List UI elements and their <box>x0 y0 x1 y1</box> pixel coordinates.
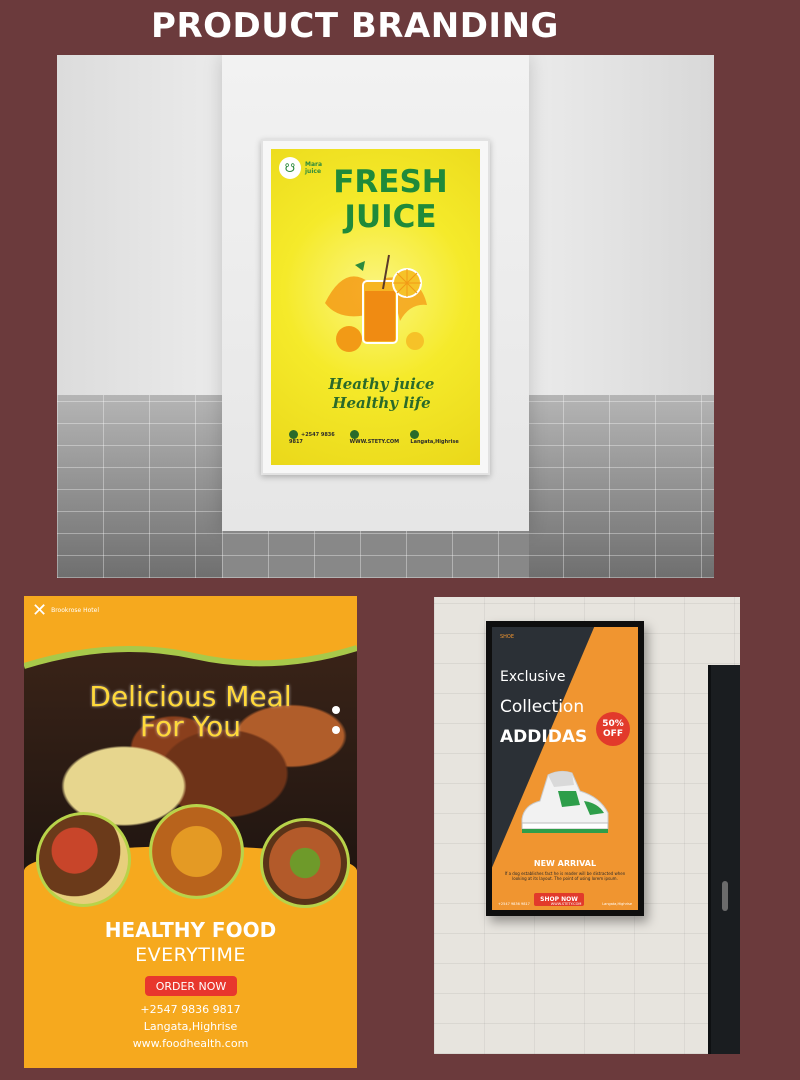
juice-glass-illustration <box>325 254 427 352</box>
juice-phone: +2547 9836 9817 <box>289 430 335 445</box>
juice-poster: ☋ Mara juice FRESH JUICE Heathy juice He… <box>271 149 480 465</box>
food-phone: +2547 9836 9817 <box>140 1003 241 1016</box>
shoe-mockup: SHOE Exclusive Collection ADDIDAS 50% OF… <box>434 597 740 1054</box>
food-heading: HEALTHY FOOD <box>104 918 277 942</box>
shoe-arrival: NEW ARRIVAL <box>533 859 597 868</box>
food-subheading: EVERYTIME <box>135 944 246 966</box>
juice-poster-frame: ☋ Mara juice FRESH JUICE Heathy juice He… <box>261 139 490 475</box>
gallery-mockup: ☋ Mara juice FRESH JUICE Heathy juice He… <box>57 55 714 578</box>
door <box>708 665 740 1054</box>
food-poster: ✕ Brookrose Hotel Delicious Meal For You… <box>24 596 357 1068</box>
food-dots <box>332 706 346 746</box>
location-pin-icon <box>410 430 420 439</box>
gallery-right-wall <box>529 55 714 395</box>
juice-tagline-1: Heathy juice <box>328 375 435 393</box>
food-website: www.foodhealth.com <box>132 1037 249 1050</box>
shoe-line-2: Collection <box>500 697 585 717</box>
juice-title: FRESH JUICE <box>333 164 448 235</box>
shoe-line-1: Exclusive <box>500 669 566 685</box>
juice-contacts: +2547 9836 9817 WWW.STETY.COM Langata,Hi… <box>289 430 470 445</box>
discount-badge: 50% OFF <box>596 712 630 746</box>
juice-location: Langata,Highrise <box>410 430 470 445</box>
juice-tagline-2: Healthy life <box>332 394 431 412</box>
fork-knife-icon: ✕ <box>32 600 48 621</box>
shoe-poster: SHOE Exclusive Collection ADDIDAS 50% OF… <box>492 627 638 910</box>
food-location: Langata,Highrise <box>143 1020 238 1033</box>
door-handle <box>722 881 728 911</box>
food-dish-photo-1 <box>36 812 131 907</box>
shoe-location: Langata,Highrise <box>602 902 632 906</box>
shoe-phone: +2547 9836 9817 <box>498 902 530 906</box>
shoe-contacts: +2547 9836 9817 WWW.STETY.COM Langata,Hi… <box>498 902 632 906</box>
shoe-description: If a dog establishes fact he is reader w… <box>504 871 626 881</box>
juice-website: WWW.STETY.COM <box>349 430 411 445</box>
phone-icon <box>289 430 298 439</box>
page-title: PRODUCT BRANDING <box>151 6 559 46</box>
gallery-left-wall <box>57 55 222 395</box>
juice-tagline: Heathy juice Healthy life <box>271 375 480 413</box>
food-logo: ✕ Brookrose Hotel <box>32 600 99 621</box>
food-dish-photo-2 <box>149 804 244 899</box>
globe-icon <box>349 430 359 439</box>
sneaker-illustration <box>521 770 609 833</box>
food-logo-text: Brookrose Hotel <box>51 607 99 614</box>
shoe-line-3: ADDIDAS <box>500 727 588 747</box>
food-dish-photo-3 <box>260 818 350 908</box>
shoe-poster-frame: SHOE Exclusive Collection ADDIDAS 50% OF… <box>486 621 644 916</box>
food-headline-1: Delicious Meal <box>89 680 292 713</box>
food-top-wave <box>24 626 357 669</box>
gallery-center-floor <box>222 531 529 578</box>
order-now-button[interactable]: ORDER NOW <box>145 976 237 996</box>
food-headline-2: For You <box>140 710 241 743</box>
food-headline: Delicious Meal For You <box>24 682 357 742</box>
shoe-brand: SHOE <box>500 634 515 640</box>
discount-badge-bottom: OFF <box>603 729 623 739</box>
discount-badge-top: 50% <box>602 719 624 729</box>
shoe-website: WWW.STETY.COM <box>550 902 582 906</box>
